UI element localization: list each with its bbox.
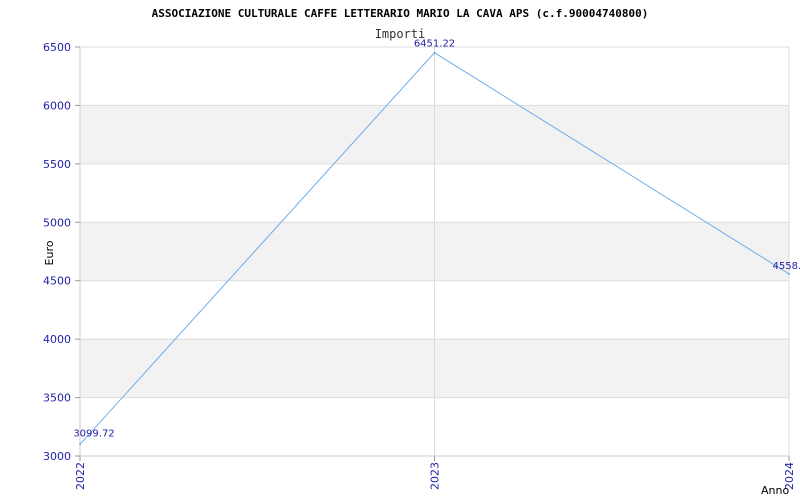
x-tick-label: 2022: [74, 462, 87, 490]
data-point: [79, 443, 81, 446]
chart-subtitle: Importi: [375, 27, 426, 41]
x-tick-label: 2023: [429, 462, 442, 490]
y-tick-label: 4000: [43, 333, 71, 346]
x-axis-label: Anno: [761, 484, 789, 497]
chart-title: ASSOCIAZIONE CULTURALE CAFFE LETTERARIO …: [152, 7, 649, 20]
y-axis-label: Euro: [43, 240, 56, 265]
y-tick-label: 6000: [43, 99, 71, 112]
chart: 3000 3500 4000 4500 5000 5500 6000 6500 2022 202…: [43, 7, 800, 497]
data-label: 3099.72: [73, 428, 114, 439]
y-tick-label: 6500: [43, 41, 71, 54]
y-tick-label: 3000: [43, 450, 71, 463]
data-point: [433, 51, 436, 54]
y-tick-label: 3500: [43, 392, 71, 405]
data-point: [788, 272, 790, 275]
data-label: 4558.0: [773, 261, 800, 272]
x-tick-labels: 2022 2023 2024: [74, 462, 796, 490]
y-tick-label: 4500: [43, 275, 71, 288]
y-tick-label: 5000: [43, 216, 71, 229]
y-tick-label: 5500: [43, 158, 71, 171]
